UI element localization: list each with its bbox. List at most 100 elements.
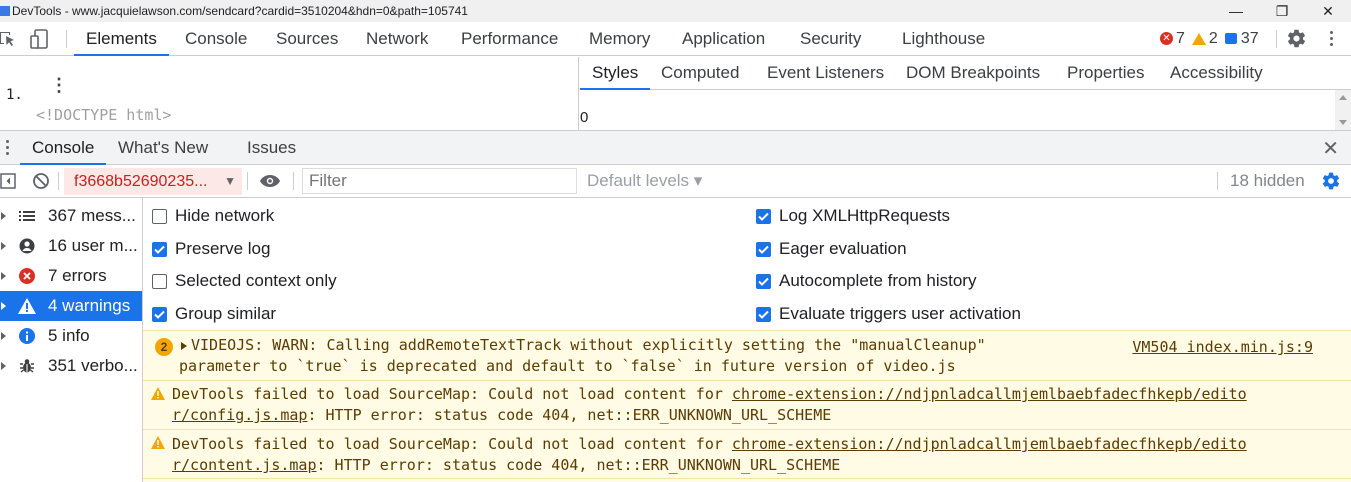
checkbox[interactable] [756,273,771,289]
setting-label: Preserve log [175,239,271,258]
checkbox[interactable] [152,208,167,224]
tab-network[interactable]: Network [366,22,428,55]
hidden-messages-count: 18 hidden [1230,171,1305,190]
sidebar-item-label: 7 errors [48,266,107,285]
checkbox[interactable] [756,306,771,322]
toolbar-divider [293,172,294,190]
setting-selected-context-only[interactable]: Selected context only [152,271,337,291]
tab-console[interactable]: Console [185,22,247,55]
setting-evaluate-triggers-user-activation[interactable]: Evaluate triggers user activation [756,304,1021,324]
setting-label: Evaluate triggers user activation [779,304,1021,323]
error-count: 7 [1176,29,1185,47]
console-settings-gear-icon[interactable] [1321,171,1341,191]
drawer-tab-whats-new[interactable]: What's New [118,131,208,164]
tab-security[interactable]: Security [800,22,861,55]
expand-arrow-icon [1,212,6,220]
styles-tab-bar: Styles Computed Event Listeners DOM Brea… [579,57,1351,90]
console-sidebar: 367 mess... 16 user m... 7 errors 4 warn… [0,198,143,482]
checkbox[interactable] [756,241,771,257]
warning-count: 2 [1208,29,1218,47]
checkbox[interactable] [152,241,167,257]
error-count-icon: ✕ [1160,32,1173,45]
setting-label: Eager evaluation [779,239,907,258]
tab-memory[interactable]: Memory [589,22,650,55]
setting-label: Autocomplete from history [779,271,977,290]
expand-triangle-icon[interactable] [181,342,187,350]
inspect-element-icon[interactable] [0,30,16,48]
sidebar-item-errors[interactable]: 7 errors [0,261,142,291]
sidebar-item-warnings[interactable]: 4 warnings [0,291,142,321]
sidebar-item-label: 367 mess... [48,206,136,225]
clear-console-icon[interactable] [32,172,50,190]
tab-computed[interactable]: Computed [661,57,739,89]
setting-group-similar[interactable]: Group similar [152,304,276,324]
setting-hide-network[interactable]: Hide network [152,206,274,226]
info-count-icon [1224,33,1237,44]
console-messages: 2 VIDEOJS: WARN: Calling addRemoteTextTr… [143,330,1351,482]
tab-event-listeners[interactable]: Event Listeners [767,57,884,89]
sidebar-item-info[interactable]: 5 info [0,321,142,351]
tab-accessibility[interactable]: Accessibility [1170,57,1263,89]
tab-properties[interactable]: Properties [1067,57,1144,89]
setting-label: Hide network [175,206,275,225]
context-label: f3668b52690235... [74,173,208,190]
close-window-button[interactable]: ✕ [1305,0,1351,22]
context-selector[interactable]: f3668b52690235... ▼ [64,168,242,195]
warning-icon [18,297,36,315]
styles-scrollbar[interactable] [1335,90,1351,130]
sourcemap-link-continued[interactable]: r/content.js.map [172,456,317,474]
setting-label: Group similar [175,304,277,323]
sourcemap-link[interactable]: chrome-extension://ndjpnladcallmjemlbaeb… [732,385,1247,403]
scroll-down-icon[interactable] [1339,120,1347,125]
close-drawer-icon[interactable]: ✕ [1322,136,1339,161]
setting-preserve-log[interactable]: Preserve log [152,239,270,259]
sidebar-item-user-messages[interactable]: 16 user m... [0,231,142,261]
doctype-node[interactable]: <!DOCTYPE html> [36,106,171,124]
tab-styles[interactable]: Styles [579,57,651,90]
setting-label: Selected context only [175,271,337,290]
filter-input[interactable] [302,168,577,194]
scroll-up-icon[interactable] [1339,95,1347,100]
checkbox[interactable] [756,208,771,224]
restore-button[interactable]: ❐ [1259,0,1305,22]
tab-performance[interactable]: Performance [461,22,558,55]
settings-gear-icon[interactable] [1286,28,1307,49]
drawer-tab-console[interactable]: Console [19,131,107,165]
user-icon [18,237,36,255]
more-icon[interactable]: ⋮ [50,77,68,95]
message-text: DevTools failed to load SourceMap: Could… [172,435,1247,453]
sidebar-toggle-icon[interactable] [0,173,16,189]
checkbox[interactable] [152,273,167,289]
sidebar-item-messages[interactable]: 367 mess... [0,201,142,231]
log-levels-dropdown[interactable]: Default levels ▾ [587,165,702,197]
drawer-tab-issues[interactable]: Issues [247,131,296,164]
console-settings-panel: Hide network Preserve log Selected conte… [143,198,1351,330]
checkbox[interactable] [152,306,167,322]
sidebar-item-verbose[interactable]: 351 verbo... [0,351,142,381]
device-toolbar-icon[interactable] [30,29,50,49]
tab-dom-breakpoints[interactable]: DOM Breakpoints [906,57,1040,89]
setting-autocomplete-from-history[interactable]: Autocomplete from history [756,271,976,291]
message-prefix: DevTools failed to load SourceMap: Could… [172,385,732,403]
console-message-warning[interactable]: DevTools failed to load SourceMap: Could… [143,430,1351,479]
source-link[interactable]: VM504 index.min.js:9 [1132,338,1313,356]
setting-log-xmlhttprequests[interactable]: Log XMLHttpRequests [756,206,950,226]
console-message-warning[interactable]: DevTools failed to load SourceMap: Could… [143,381,1351,430]
more-options-icon[interactable] [1330,31,1333,46]
drawer-menu-icon[interactable] [6,140,9,155]
sourcemap-link-continued[interactable]: r/config.js.map [172,406,307,424]
tab-elements[interactable]: Elements [74,22,169,56]
minimize-button[interactable]: — [1213,0,1259,22]
expand-arrow-icon [1,242,6,250]
tab-lighthouse[interactable]: Lighthouse [902,22,985,55]
expand-arrow-icon [1,272,6,280]
devtools-app-icon [0,6,10,16]
console-message-warning[interactable]: 2 VIDEOJS: WARN: Calling addRemoteTextTr… [143,331,1351,381]
tab-application[interactable]: Application [682,22,765,55]
expand-arrow-icon [1,302,6,310]
tab-sources[interactable]: Sources [276,22,338,55]
sourcemap-link[interactable]: chrome-extension://ndjpnladcallmjemlbaeb… [732,435,1247,453]
setting-eager-evaluation[interactable]: Eager evaluation [756,239,907,259]
live-expression-eye-icon[interactable] [259,174,281,188]
issue-counts[interactable]: ✕ 7 2 37 [1160,22,1259,55]
